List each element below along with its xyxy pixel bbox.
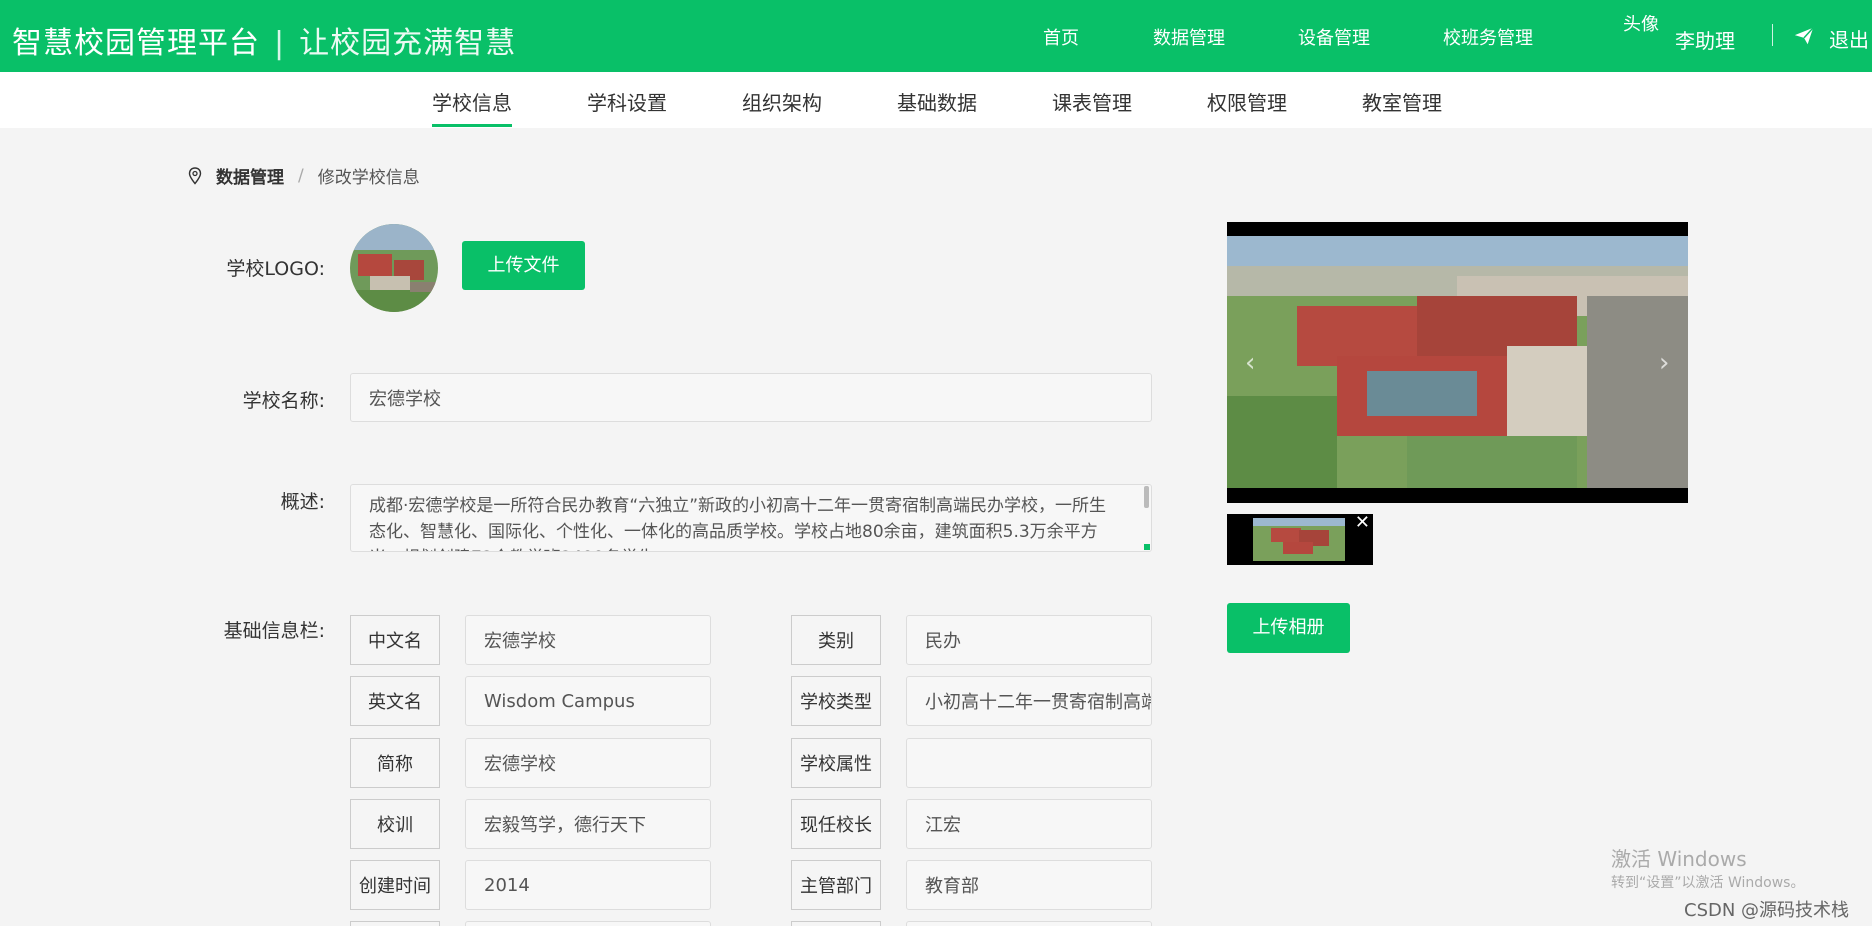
description-textarea[interactable]: 成都·宏德学校是一所符合民办教育“六独立”新政的小初高十二年一贯寄宿制高端民办学… — [350, 484, 1152, 552]
nav-data-management[interactable]: 数据管理 — [1153, 24, 1225, 50]
avatar[interactable]: 头像 — [1623, 15, 1663, 61]
field-key: 主管部门 — [791, 860, 881, 910]
school-type-input[interactable]: 小初高十二年一贯寄宿制高端民办学校 — [906, 676, 1152, 726]
field-key: 创建时间 — [350, 860, 440, 910]
description-label: 概述: — [280, 491, 325, 513]
school-logo — [350, 224, 438, 312]
close-icon[interactable]: ✕ — [1355, 514, 1370, 532]
brand: 智慧校园管理平台 | 让校园充满智慧 — [12, 18, 516, 62]
tab-timetable[interactable]: 课表管理 — [1052, 87, 1132, 116]
field-key: 学校属性 — [791, 738, 881, 788]
textarea-resize-handle[interactable] — [1144, 544, 1150, 550]
field-input[interactable] — [465, 921, 711, 926]
upload-album-button[interactable]: 上传相册 — [1227, 603, 1350, 653]
school-name-input[interactable]: 宏德学校 — [350, 373, 1152, 422]
csdn-credit: CSDN @源码技术栈 — [1684, 900, 1850, 921]
short-name-input[interactable]: 宏德学校 — [465, 738, 711, 788]
nav-home[interactable]: 首页 — [1043, 24, 1079, 50]
tab-basic-data[interactable]: 基础数据 — [897, 87, 977, 116]
sub-nav: 学校信息 学科设置 组织架构 基础数据 课表管理 权限管理 教室管理 — [0, 72, 1872, 128]
motto-input[interactable]: 宏毅笃学，德行天下 — [465, 799, 711, 849]
active-tab-indicator — [432, 124, 512, 127]
field-key: 学校类型 — [791, 676, 881, 726]
app-title: 智慧校园管理平台 — [12, 26, 260, 61]
location-pin-icon — [188, 166, 202, 185]
windows-activation-hint: 转到“设置”以激活 Windows。 — [1611, 875, 1805, 891]
school-attribute-input[interactable] — [906, 738, 1152, 788]
field-key: 英文名 — [350, 676, 440, 726]
field-key: 现任校长 — [791, 799, 881, 849]
tab-permissions[interactable]: 权限管理 — [1207, 87, 1287, 116]
user-menu[interactable]: 头像 李助理 — [1623, 15, 1735, 61]
textarea-scrollbar[interactable] — [1144, 486, 1149, 508]
authority-input[interactable]: 教育部 — [906, 860, 1152, 910]
logo-label: 学校LOGO: — [226, 258, 325, 280]
founded-input[interactable]: 2014 — [465, 860, 711, 910]
breadcrumb: 数据管理 / 修改学校信息 — [188, 163, 420, 188]
title-separator: | — [274, 26, 286, 61]
gallery-next-button[interactable]: › — [1659, 348, 1669, 378]
send-icon[interactable] — [1793, 25, 1815, 47]
tab-school-info[interactable]: 学校信息 — [432, 87, 512, 116]
field-key: 中文名 — [350, 615, 440, 665]
school-name-label: 学校名称: — [242, 390, 325, 412]
principal-input[interactable]: 江宏 — [906, 799, 1152, 849]
basic-info-label: 基础信息栏: — [223, 620, 325, 642]
nav-device-management[interactable]: 设备管理 — [1298, 24, 1370, 50]
english-name-input[interactable]: Wisdom Campus — [465, 676, 711, 726]
windows-activation-title: 激活 Windows — [1611, 847, 1747, 871]
username[interactable]: 李助理 — [1675, 25, 1735, 54]
breadcrumb-root[interactable]: 数据管理 — [216, 163, 284, 188]
field-key — [791, 921, 881, 926]
field-key: 类别 — [791, 615, 881, 665]
app-slogan: 让校园充满智慧 — [299, 26, 517, 61]
divider — [1772, 24, 1773, 46]
logout-link[interactable]: 退出 — [1829, 24, 1869, 53]
tab-subject-settings[interactable]: 学科设置 — [587, 87, 667, 116]
gallery-thumbnail[interactable]: ✕ — [1227, 514, 1373, 565]
breadcrumb-current: 修改学校信息 — [317, 168, 420, 188]
nav-class-affairs[interactable]: 校班务管理 — [1443, 24, 1533, 50]
chinese-name-input[interactable]: 宏德学校 — [465, 615, 711, 665]
category-input[interactable]: 民办 — [906, 615, 1152, 665]
field-input[interactable] — [906, 921, 1152, 926]
upload-file-button[interactable]: 上传文件 — [462, 241, 585, 290]
photo-gallery: ‹ › — [1227, 222, 1688, 503]
field-key: 校训 — [350, 799, 440, 849]
campus-photo — [1227, 236, 1688, 488]
field-key: 简称 — [350, 738, 440, 788]
breadcrumb-separator: / — [298, 165, 304, 186]
gallery-prev-button[interactable]: ‹ — [1245, 348, 1255, 378]
field-key — [350, 921, 440, 926]
top-header: 智慧校园管理平台 | 让校园充满智慧 首页 数据管理 设备管理 校班务管理 头像 李… — [0, 0, 1872, 72]
tab-organization[interactable]: 组织架构 — [742, 87, 822, 116]
tab-classrooms[interactable]: 教室管理 — [1362, 87, 1442, 116]
